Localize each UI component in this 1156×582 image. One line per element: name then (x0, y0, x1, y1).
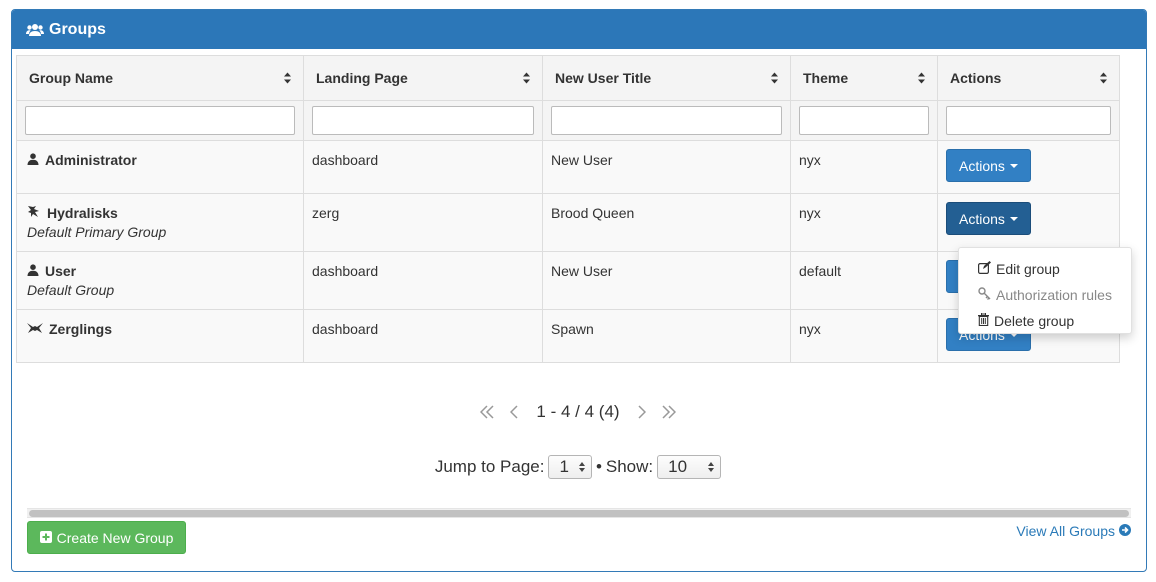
sort-icon (771, 72, 778, 84)
user-icon (27, 263, 39, 279)
sort-icon (1100, 72, 1107, 84)
filter-row (16, 100, 1120, 141)
landing-page-cell: dashboard (303, 140, 543, 194)
edit-icon (978, 261, 991, 277)
key-icon (978, 287, 991, 303)
group-name-link[interactable]: Administrator (45, 152, 137, 168)
group-name-link[interactable]: User (45, 263, 76, 279)
menu-item-authorization-rules[interactable]: Authorization rules (959, 282, 1131, 308)
column-header-theme[interactable]: Theme (790, 55, 938, 101)
group-name-link[interactable]: Zerglings (49, 321, 112, 337)
theme-cell: default (790, 251, 938, 310)
column-header-new-user-title[interactable]: New User Title (542, 55, 791, 101)
trash-icon (978, 312, 989, 329)
last-page-icon[interactable] (654, 405, 684, 419)
page-info: 1 - 4 / 4 (4) (536, 402, 620, 421)
menu-item-delete-group[interactable]: Delete group (959, 308, 1131, 334)
page-controls: Jump to Page: 1 • Show: 10 (0, 454, 1156, 480)
show-label: Show: (605, 457, 654, 476)
view-all-groups-link[interactable]: View All Groups (1016, 522, 1131, 540)
plus-square-icon (39, 530, 52, 546)
table-row: User Default Group dashboard New User de… (16, 251, 1120, 310)
updown-arrows-icon (578, 462, 585, 472)
filter-group-name-input[interactable] (25, 106, 295, 135)
group-subtitle: Default Group (27, 282, 115, 298)
groups-table: Group Name Landing Page New User Title T… (16, 55, 1120, 363)
filter-landing-page-input[interactable] (312, 106, 534, 135)
pagination: 1 - 4 / 4 (4) (0, 400, 1156, 424)
sort-icon (284, 72, 291, 84)
hydralisk-icon (27, 205, 41, 221)
new-user-title-cell: New User (542, 140, 791, 194)
theme-cell: nyx (790, 309, 938, 363)
table-row: Administrator dashboard New User nyx Act… (16, 140, 1120, 194)
theme-cell: nyx (790, 140, 938, 194)
first-page-icon[interactable] (472, 405, 502, 419)
table-row: Hydralisks Default Primary Group zerg Br… (16, 193, 1120, 252)
column-header-actions[interactable]: Actions (937, 55, 1120, 101)
filter-new-user-title-input[interactable] (551, 106, 782, 135)
actions-button[interactable]: Actions (946, 149, 1031, 182)
actions-dropdown-menu: Edit group Authorization rules Delete gr… (958, 247, 1132, 334)
panel-heading: Groups (12, 10, 1146, 49)
caret-down-icon (1009, 163, 1018, 168)
user-icon (27, 152, 39, 168)
jump-to-page-select[interactable]: 1 (548, 455, 592, 479)
next-page-icon[interactable] (630, 405, 654, 419)
column-header-group-name[interactable]: Group Name (16, 55, 304, 101)
menu-item-edit-group[interactable]: Edit group (959, 256, 1131, 282)
create-new-group-button[interactable]: Create New Group (27, 521, 186, 554)
updown-arrows-icon (708, 462, 715, 472)
table-row: Zerglings dashboard Spawn nyx Actions (16, 309, 1120, 363)
theme-cell: nyx (790, 193, 938, 252)
separator: • (595, 457, 602, 476)
horizontal-scrollbar[interactable] (27, 508, 1131, 518)
new-user-title-cell: Brood Queen (542, 193, 791, 252)
group-name-link[interactable]: Hydralisks (47, 205, 118, 221)
column-header-landing-page[interactable]: Landing Page (303, 55, 543, 101)
page-size-select[interactable]: 10 (657, 455, 722, 479)
landing-page-cell: dashboard (303, 251, 543, 310)
new-user-title-cell: New User (542, 251, 791, 310)
sort-icon (523, 72, 530, 84)
caret-down-icon (1009, 216, 1018, 221)
arrow-circle-right-icon (1119, 523, 1131, 539)
filter-theme-input[interactable] (799, 106, 929, 135)
jump-to-page-label: Jump to Page: (434, 457, 545, 476)
group-subtitle: Default Primary Group (27, 224, 167, 240)
new-user-title-cell: Spawn (542, 309, 791, 363)
sort-icon (918, 72, 925, 84)
actions-button[interactable]: Actions (946, 202, 1031, 235)
previous-page-icon[interactable] (502, 405, 526, 419)
users-icon (26, 23, 44, 37)
scrollbar-thumb[interactable] (29, 510, 1129, 517)
filter-actions-input[interactable] (946, 106, 1111, 135)
landing-page-cell: zerg (303, 193, 543, 252)
zergling-icon (27, 321, 43, 337)
panel-title: Groups (49, 20, 106, 38)
landing-page-cell: dashboard (303, 309, 543, 363)
